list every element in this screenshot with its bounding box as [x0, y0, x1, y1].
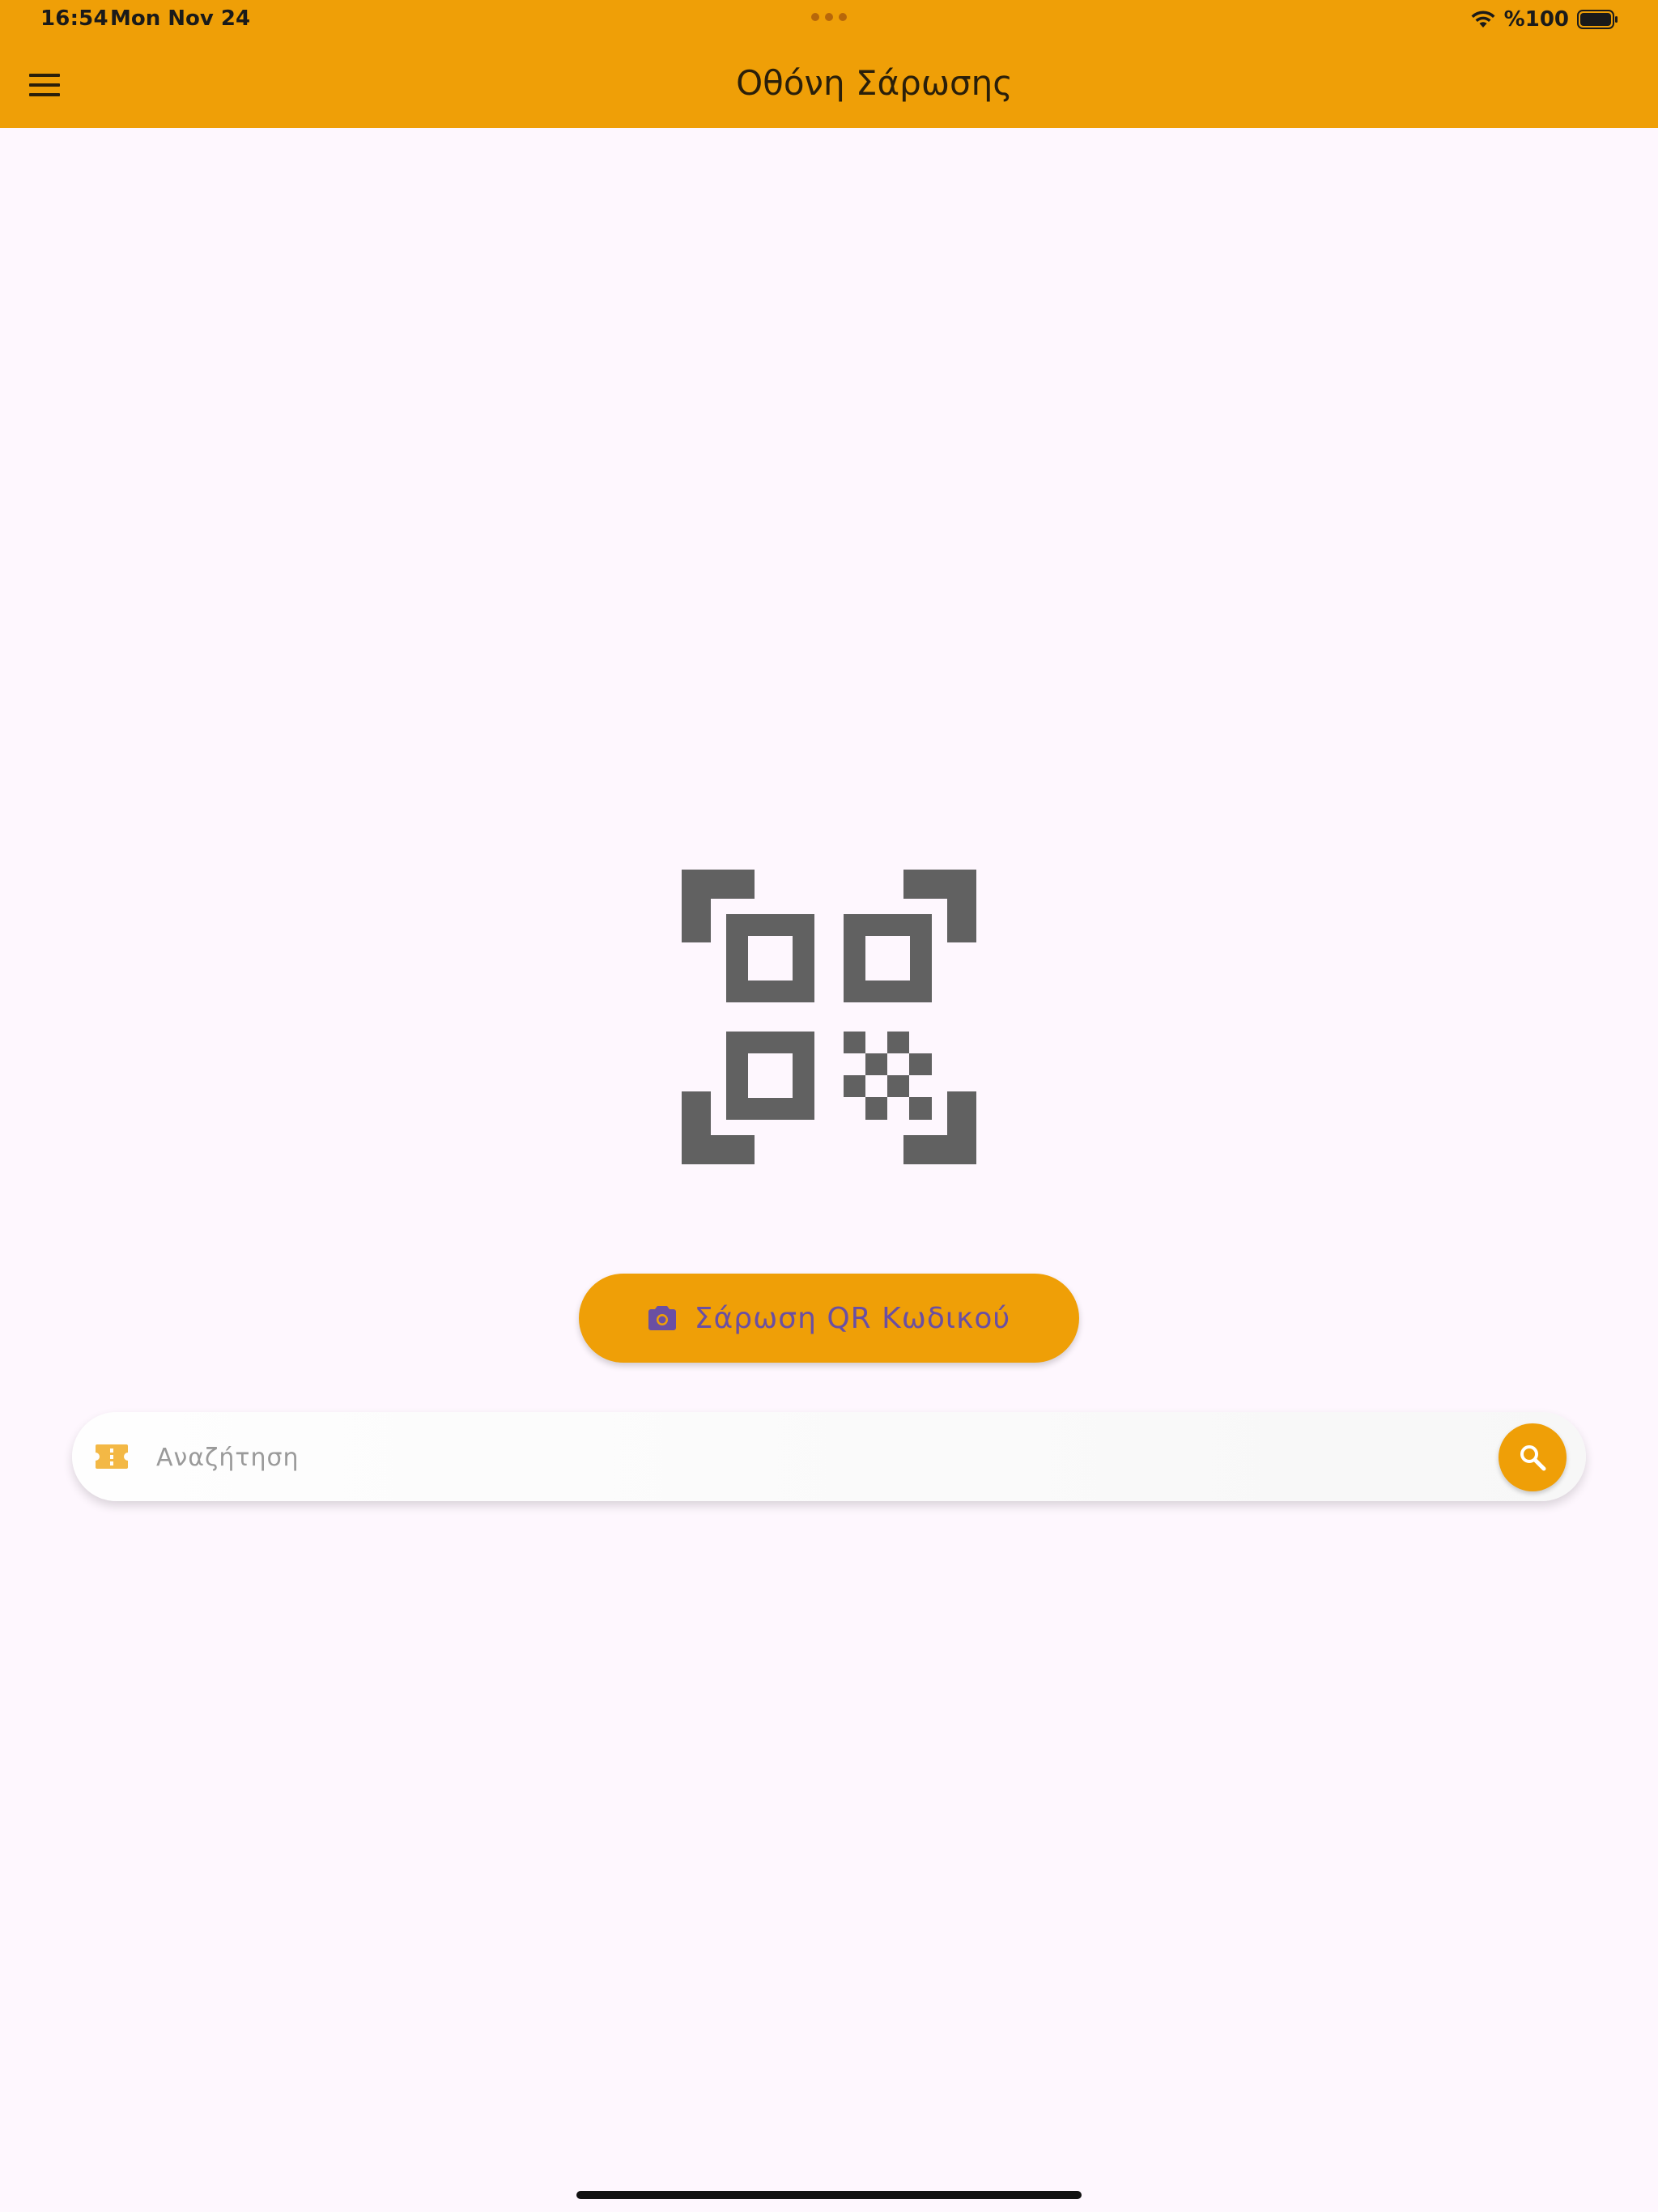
multitasking-dots-icon[interactable] — [811, 13, 847, 23]
battery-percentage: %100 — [1503, 7, 1569, 32]
search-button[interactable] — [1499, 1423, 1567, 1491]
search-input[interactable] — [155, 1428, 1469, 1487]
wifi-icon — [1471, 11, 1495, 28]
status-date: Mon Nov 24 — [110, 6, 251, 31]
camera-icon — [648, 1306, 676, 1330]
scan-qr-button-label: Σάρωση QR Κωδικού — [694, 1301, 1011, 1335]
home-indicator[interactable] — [576, 2191, 1082, 2199]
scan-screen: 16:54 Mon Nov 24 %100 Οθόνη Σάρωσης Σάρω… — [0, 0, 1658, 2212]
battery-icon — [1577, 10, 1618, 29]
scan-qr-button[interactable]: Σάρωση QR Κωδικού — [579, 1274, 1079, 1363]
status-indicators: %100 — [1470, 5, 1619, 34]
page-title: Οθόνη Σάρωσης — [736, 63, 1013, 103]
qr-code-scanner-icon — [682, 870, 976, 1164]
status-time: 16:54 — [40, 6, 108, 31]
app-bar: 16:54 Mon Nov 24 %100 Οθόνη Σάρωσης — [0, 0, 1658, 128]
ticket-icon — [96, 1444, 128, 1469]
search-bar — [72, 1412, 1586, 1501]
search-icon — [1520, 1445, 1546, 1471]
